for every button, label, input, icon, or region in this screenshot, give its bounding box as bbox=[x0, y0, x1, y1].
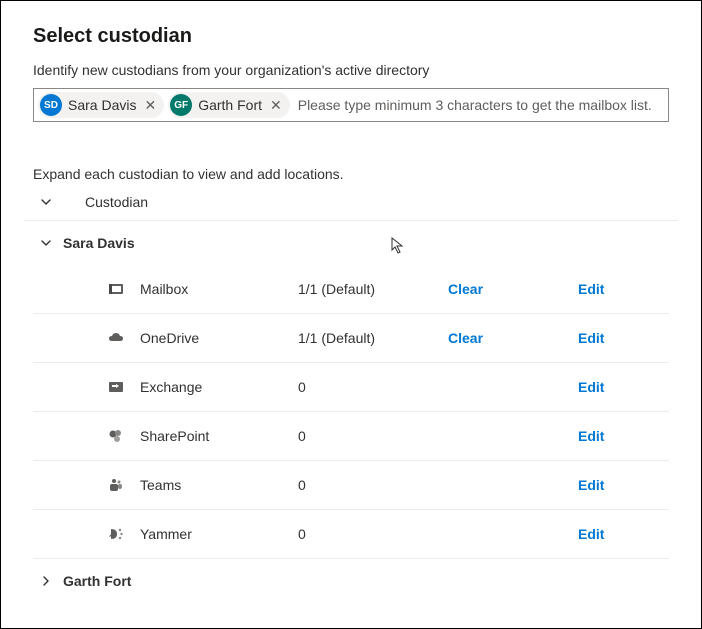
mailbox-icon bbox=[108, 281, 124, 297]
avatar: SD bbox=[40, 94, 62, 116]
custodian-name: Garth Fort bbox=[63, 573, 131, 589]
sharepoint-icon bbox=[108, 428, 124, 444]
column-header-custodian: Custodian bbox=[71, 194, 148, 210]
expand-instructions: Expand each custodian to view and add lo… bbox=[33, 166, 669, 182]
edit-button[interactable]: Edit bbox=[548, 379, 669, 395]
location-name: SharePoint bbox=[128, 428, 298, 444]
clear-button[interactable]: Clear bbox=[448, 330, 548, 346]
custodian-picker[interactable]: SD Sara Davis ✕ GF Garth Fort ✕ Please t… bbox=[33, 88, 669, 122]
custodian-row[interactable]: Sara Davis bbox=[33, 221, 669, 265]
remove-chip-icon[interactable]: ✕ bbox=[268, 98, 284, 112]
chip-label: Garth Fort bbox=[198, 97, 262, 113]
locations-list: Mailbox 1/1 (Default) Clear Edit OneDriv… bbox=[33, 265, 669, 558]
edit-button[interactable]: Edit bbox=[548, 477, 669, 493]
chip-label: Sara Davis bbox=[68, 97, 136, 113]
table-header: Custodian bbox=[33, 186, 669, 218]
location-name: OneDrive bbox=[128, 330, 298, 346]
remove-chip-icon[interactable]: ✕ bbox=[142, 98, 158, 112]
location-name: Yammer bbox=[128, 526, 298, 542]
onedrive-icon bbox=[108, 330, 124, 346]
yammer-icon bbox=[108, 526, 124, 542]
location-name: Teams bbox=[128, 477, 298, 493]
custodian-name: Sara Davis bbox=[63, 235, 135, 251]
location-count: 0 bbox=[298, 379, 448, 395]
custodian-chip[interactable]: GF Garth Fort ✕ bbox=[168, 92, 290, 118]
chevron-down-icon[interactable] bbox=[39, 195, 53, 209]
location-row-exchange: Exchange 0 Edit bbox=[33, 363, 669, 412]
page-title: Select custodian bbox=[33, 25, 669, 48]
location-row-onedrive: OneDrive 1/1 (Default) Clear Edit bbox=[33, 314, 669, 363]
location-row-yammer: Yammer 0 Edit bbox=[33, 510, 669, 558]
custodian-row[interactable]: Garth Fort bbox=[33, 558, 669, 603]
cursor-icon bbox=[391, 237, 405, 258]
chevron-down-icon[interactable] bbox=[39, 236, 53, 250]
clear-button[interactable]: Clear bbox=[448, 281, 548, 297]
location-count: 1/1 (Default) bbox=[298, 281, 448, 297]
teams-icon bbox=[108, 477, 124, 493]
page-subtitle: Identify new custodians from your organi… bbox=[33, 62, 669, 78]
location-name: Mailbox bbox=[128, 281, 298, 297]
custodian-input-placeholder[interactable]: Please type minimum 3 characters to get … bbox=[294, 97, 664, 113]
location-count: 0 bbox=[298, 428, 448, 444]
chevron-right-icon[interactable] bbox=[39, 574, 53, 588]
edit-button[interactable]: Edit bbox=[548, 428, 669, 444]
edit-button[interactable]: Edit bbox=[548, 330, 669, 346]
edit-button[interactable]: Edit bbox=[548, 281, 669, 297]
location-count: 0 bbox=[298, 477, 448, 493]
custodian-chip[interactable]: SD Sara Davis ✕ bbox=[38, 92, 164, 118]
location-row-sharepoint: SharePoint 0 Edit bbox=[33, 412, 669, 461]
edit-button[interactable]: Edit bbox=[548, 526, 669, 542]
location-name: Exchange bbox=[128, 379, 298, 395]
avatar: GF bbox=[170, 94, 192, 116]
location-count: 1/1 (Default) bbox=[298, 330, 448, 346]
location-row-mailbox: Mailbox 1/1 (Default) Clear Edit bbox=[33, 265, 669, 314]
location-row-teams: Teams 0 Edit bbox=[33, 461, 669, 510]
location-count: 0 bbox=[298, 526, 448, 542]
exchange-icon bbox=[108, 379, 124, 395]
